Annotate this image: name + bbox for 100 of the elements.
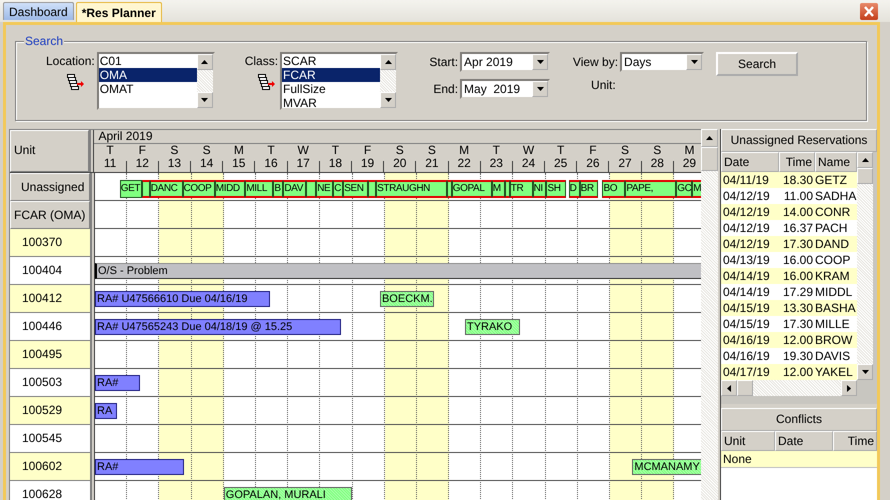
reservation-block[interactable]: PAPE,: [625, 180, 676, 198]
table-cell-text: 16.00: [782, 268, 814, 284]
reservation-block[interactable]: M: [492, 180, 505, 198]
reservation-block[interactable]: COOP: [182, 180, 215, 198]
day-letter: S: [396, 144, 404, 157]
reservation-block[interactable]: SEN: [343, 180, 368, 198]
reservation-block[interactable]: SH: [546, 180, 566, 198]
table-cell-text: 12.00: [782, 364, 814, 380]
reservation-block[interactable]: GC: [676, 180, 692, 198]
unit-cell[interactable]: 100628: [10, 481, 90, 500]
scrollbar[interactable]: [721, 380, 857, 396]
unit-cell[interactable]: 100495: [10, 341, 90, 369]
reservation-block[interactable]: BR: [580, 180, 598, 198]
unit-cell[interactable]: 100545: [10, 425, 90, 453]
scroll-up-icon[interactable]: [196, 54, 213, 70]
scroll-right-icon[interactable]: [841, 380, 857, 396]
view-dropdown[interactable]: Days: [620, 52, 704, 72]
panel-title: Unassigned Reservations: [721, 129, 877, 152]
reservation-block[interactable]: MIDD: [214, 180, 246, 198]
day-letter: W: [522, 144, 534, 157]
scrollbar[interactable]: [380, 54, 396, 108]
column-header[interactable]: Unit: [721, 431, 775, 451]
column-header[interactable]: Name: [815, 152, 857, 172]
scrollbar[interactable]: [857, 152, 873, 380]
reservation-block[interactable]: NE: [316, 180, 334, 198]
column-header[interactable]: Date: [721, 152, 779, 172]
scroll-up-icon[interactable]: [701, 129, 718, 147]
day-number: 21: [425, 157, 439, 170]
scroll-thumb[interactable]: [737, 380, 753, 396]
column-header[interactable]: Time: [779, 152, 815, 172]
scrollbar[interactable]: [701, 129, 718, 500]
column-header[interactable]: Time: [833, 431, 877, 451]
reservation-block[interactable]: [306, 180, 316, 198]
reservation-block[interactable]: GET: [120, 180, 142, 198]
reservation-block[interactable]: DAV: [283, 180, 306, 198]
unit-cell[interactable]: 100446: [10, 313, 90, 341]
list-item[interactable]: FullSize: [282, 82, 380, 96]
panel-title: Conflicts: [721, 408, 877, 431]
reservation-block[interactable]: [142, 180, 150, 198]
reservation-block[interactable]: STRAUGHN: [376, 180, 447, 198]
unit-cell[interactable]: 100503: [10, 369, 90, 397]
unit-cell[interactable]: FCAR (OMA): [10, 201, 90, 229]
reservation-block[interactable]: M: [692, 180, 701, 198]
reservation-block[interactable]: DANC: [150, 180, 183, 198]
reservation-block[interactable]: BO: [602, 180, 626, 198]
unit-cell[interactable]: 100529: [10, 397, 90, 425]
scroll-left-icon[interactable]: [721, 380, 737, 396]
reservation-block[interactable]: [504, 180, 510, 198]
reservation-bar[interactable]: BOECKM.: [380, 291, 434, 307]
table-cell-text: DAND: [815, 236, 850, 252]
scroll-thumb[interactable]: [857, 168, 873, 184]
reservation-block[interactable]: D: [568, 180, 580, 198]
list-item[interactable]: OMA: [98, 68, 197, 82]
scroll-up-icon[interactable]: [857, 152, 873, 168]
scroll-down-icon[interactable]: [196, 92, 213, 108]
reservation-block[interactable]: NI: [532, 180, 546, 198]
list-item[interactable]: SCAR: [282, 54, 380, 68]
unit-cell[interactable]: 100404: [10, 257, 90, 285]
rental-bar[interactable]: RA# U47565243 Due 04/18/19 @ 15.25: [95, 319, 342, 335]
out-of-service-bar[interactable]: O/S - Problem: [95, 263, 701, 279]
scroll-down-icon[interactable]: [857, 364, 873, 380]
reservation-block[interactable]: B: [273, 180, 284, 198]
rental-bar[interactable]: RA#: [95, 459, 184, 475]
day-letter: F: [138, 144, 146, 157]
unit-cell[interactable]: Unassigned: [10, 173, 90, 201]
date-dropdown[interactable]: May 2019: [460, 79, 550, 99]
column-header[interactable]: Date: [775, 431, 833, 451]
reservation-block[interactable]: MILL: [245, 180, 274, 198]
search-button[interactable]: Search: [716, 52, 798, 76]
reservation-block[interactable]: [368, 180, 376, 198]
rental-bar[interactable]: RA: [95, 403, 117, 419]
tab[interactable]: Dashboard: [3, 2, 74, 20]
unit-cell[interactable]: 100370: [10, 229, 90, 257]
unit-cell[interactable]: 100412: [10, 285, 90, 313]
reservation-block[interactable]: TR: [510, 180, 533, 198]
list-box[interactable]: SCAR FCAR FullSize MVAR: [280, 52, 398, 110]
close-icon[interactable]: [860, 2, 878, 20]
reservation-block[interactable]: GOPAL: [452, 180, 492, 198]
reservation-bar[interactable]: TYRAKO: [464, 319, 520, 335]
scrollbar[interactable]: [196, 54, 213, 108]
table-cell-text: 16.00: [782, 252, 814, 268]
reservation-bar[interactable]: GOPALAN, MURALI: [224, 487, 352, 500]
reservation-bar[interactable]: MCMANAMY: [632, 459, 701, 475]
scroll-down-icon[interactable]: [380, 92, 396, 108]
date-dropdown[interactable]: Apr 2019: [460, 52, 550, 72]
reservation-block[interactable]: C: [333, 180, 344, 198]
rental-bar[interactable]: RA#: [95, 375, 140, 391]
table-cell: None: [721, 451, 877, 468]
list-item[interactable]: MVAR: [282, 96, 380, 108]
list-item[interactable]: FCAR: [282, 68, 380, 82]
unit-cell[interactable]: 100602: [10, 453, 90, 481]
scroll-thumb[interactable]: [701, 147, 718, 171]
tab[interactable]: *Res Planner: [76, 2, 162, 22]
day-letter: F: [589, 144, 597, 157]
reservation-block[interactable]: [446, 180, 452, 198]
scroll-up-icon[interactable]: [380, 54, 396, 70]
list-item[interactable]: C01: [98, 54, 197, 68]
list-box[interactable]: C01 OMA OMAT: [96, 52, 215, 110]
rental-bar[interactable]: RA# U47566610 Due 04/16/19: [95, 291, 270, 307]
list-item[interactable]: OMAT: [98, 82, 197, 96]
